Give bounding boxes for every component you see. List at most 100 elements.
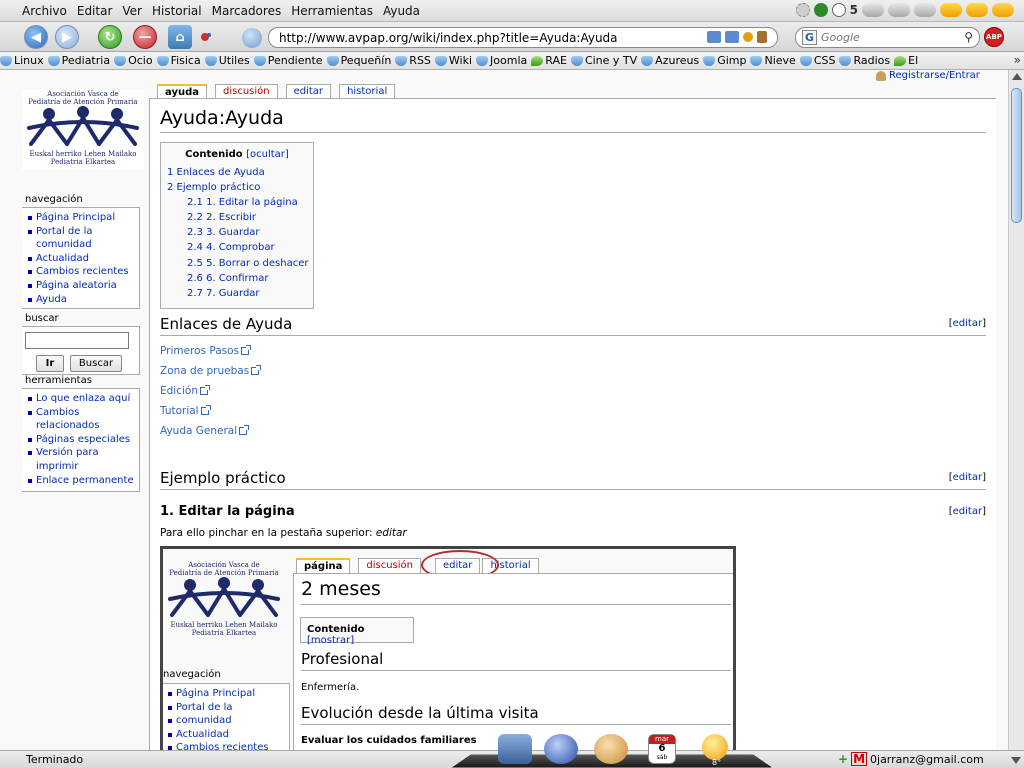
scrollbar-thumb[interactable]	[1011, 88, 1022, 223]
reload-button[interactable]: ↻	[98, 25, 122, 49]
weather-cloud-icon[interactable]	[888, 3, 910, 17]
stop-button[interactable]: —	[133, 25, 157, 49]
toc-item[interactable]: 2 Ejemplo práctico	[167, 180, 313, 195]
url-input[interactable]	[279, 30, 699, 45]
link-edicion[interactable]: Edición	[160, 385, 210, 397]
menu-editar[interactable]: Editar	[72, 4, 118, 18]
url-bar[interactable]	[268, 27, 778, 48]
menu-ayuda[interactable]: Ayuda	[378, 4, 425, 18]
bookmark-gimp[interactable]: Gimp	[703, 54, 746, 67]
sidebar-item-pagina-aleatoria[interactable]: Página aleatoria	[27, 279, 139, 293]
toc-toggle-link[interactable]: [ocultar]	[246, 149, 289, 160]
menu-historial[interactable]: Historial	[147, 4, 207, 18]
forward-button[interactable]: ▶	[55, 25, 79, 49]
tab-discusion[interactable]: discusión	[214, 84, 278, 99]
bookmark-pendiente[interactable]: Pendiente	[253, 54, 323, 67]
bookmark-utiles[interactable]: Utiles	[204, 54, 250, 67]
edit-section-link[interactable]: [editar]	[949, 318, 986, 329]
chevron-right-icon[interactable]: »	[1014, 53, 1021, 67]
sidebar-item-portal[interactable]: Portal de la comunidad	[27, 225, 139, 252]
globe-icon[interactable]	[544, 734, 578, 764]
bookmark-ocio[interactable]: Ocio	[114, 54, 153, 67]
tool-what-links-here[interactable]: Lo que enlaza aquí	[27, 392, 139, 406]
bookmark-el[interactable]: El	[894, 54, 918, 67]
toc-item[interactable]: 2.5 5. Borrar o deshacer	[167, 256, 313, 271]
search-bar[interactable]: G ⚲	[795, 27, 980, 48]
site-identity-icon[interactable]	[242, 28, 262, 48]
tool-related-changes[interactable]: Cambios relacionados	[27, 406, 139, 433]
wiki-search-input[interactable]	[25, 332, 129, 349]
toc-item[interactable]: 2.7 7. Guardar	[167, 286, 313, 301]
embedded-heading: Profesional	[301, 650, 384, 668]
bookmark-pequenin[interactable]: Pequeñín	[326, 54, 391, 67]
search-button[interactable]: Buscar	[70, 355, 122, 372]
map-pin-icon[interactable]	[743, 32, 753, 42]
bookmark-star-icon[interactable]	[199, 30, 213, 44]
sidebar-item-pagina-principal[interactable]: Página Principal	[27, 211, 139, 225]
site-logo[interactable]: Asociación Vasca de Pediatría de Atenció…	[22, 90, 144, 170]
sidebar-item-ayuda[interactable]: Ayuda	[27, 293, 139, 307]
calendar-icon[interactable]: mar 6 sáb	[648, 734, 676, 764]
link-ayuda-general[interactable]: Ayuda General	[160, 425, 250, 437]
bookmark-joomla[interactable]: Joomla	[476, 54, 527, 67]
toc-item[interactable]: 2.2 2. Escribir	[167, 210, 313, 225]
bookmark-nieve[interactable]: Nieve	[750, 54, 796, 67]
menu-herramientas[interactable]: Herramientas	[286, 4, 378, 18]
menu-ver[interactable]: Ver	[117, 4, 147, 18]
gmail-notifier[interactable]: + M 0jarranz@gmail.com	[838, 752, 984, 766]
bookmark-wiki[interactable]: Wiki	[434, 54, 472, 67]
menu-marcadores[interactable]: Marcadores	[207, 4, 287, 18]
search-engine-icon[interactable]: G	[802, 30, 818, 45]
vertical-scrollbar[interactable]	[1008, 70, 1024, 750]
tool-permanent-link[interactable]: Enlace permanente	[27, 474, 139, 488]
rss-icon[interactable]	[725, 31, 739, 43]
clock-icon[interactable]	[831, 3, 846, 17]
weather-cloud-icon[interactable]	[862, 3, 884, 17]
sidebar-item-cambios-recientes[interactable]: Cambios recientes	[27, 265, 139, 279]
toc-item[interactable]: 2.1 1. Editar la página	[167, 195, 313, 210]
adblock-icon[interactable]: ABP	[984, 27, 1004, 47]
bookmark-radios[interactable]: Radios	[839, 54, 890, 67]
toc-item[interactable]: 2.4 4. Comprobar	[167, 240, 313, 255]
status-icon[interactable]	[813, 3, 828, 17]
bookmark-rss[interactable]: RSS	[395, 54, 431, 67]
sidebar-item-actualidad[interactable]: Actualidad	[27, 252, 139, 266]
tool-printable-version[interactable]: Versión para imprimir	[27, 446, 139, 473]
toc-item[interactable]: 2.3 3. Guardar	[167, 225, 313, 240]
weather-rain-icon[interactable]	[914, 3, 936, 17]
back-button[interactable]: ◀	[24, 25, 48, 49]
home-button[interactable]: ⌂	[168, 25, 192, 49]
magnifier-icon[interactable]: ⚲	[964, 30, 973, 44]
bookmark-linux[interactable]: Linux	[0, 54, 44, 67]
bookmark-azureus[interactable]: Azureus	[641, 54, 699, 67]
weather-sun-icon[interactable]	[992, 3, 1014, 17]
bookmark-css[interactable]: CSS	[799, 54, 835, 67]
toc-item[interactable]: 2.6 6. Confirmar	[167, 271, 313, 286]
tab-editar[interactable]: editar	[285, 84, 332, 99]
link-zona-pruebas[interactable]: Zona de pruebas	[160, 365, 262, 377]
weather-sun-icon[interactable]	[966, 3, 988, 17]
weather-sun-icon[interactable]	[702, 734, 728, 760]
edit-section-link[interactable]: [editar]	[949, 472, 986, 483]
menu-archivo[interactable]: Archivo	[0, 4, 72, 18]
tool-special-pages[interactable]: Páginas especiales	[27, 433, 139, 447]
link-tutorial[interactable]: Tutorial	[160, 405, 211, 417]
go-button[interactable]: Ir	[36, 355, 64, 372]
magnifier-icon[interactable]	[594, 734, 628, 764]
link-primeros-pasos[interactable]: Primeros Pasos	[160, 345, 252, 357]
bookmark-rae[interactable]: RAE	[531, 54, 567, 67]
bookmark-cine[interactable]: Cine y TV	[570, 54, 637, 67]
search-input[interactable]	[821, 31, 942, 44]
bookmark-pediatria[interactable]: Pediatria	[47, 54, 110, 67]
scroll-down-icon[interactable]	[1008, 752, 1024, 768]
save-disk-icon[interactable]	[498, 734, 532, 764]
weather-sun-cloud-icon[interactable]	[940, 3, 962, 17]
feather-icon[interactable]	[757, 31, 767, 43]
login-link[interactable]: Registrarse/Entrar	[889, 70, 980, 81]
scroll-up-icon[interactable]	[1012, 73, 1022, 80]
bookmark-fisica[interactable]: Fisica	[156, 54, 201, 67]
tab-historial[interactable]: historial	[339, 84, 396, 99]
rss-icon[interactable]	[707, 31, 721, 43]
edit-section-link[interactable]: [editar]	[949, 506, 986, 517]
toc-item[interactable]: 1 Enlaces de Ayuda	[167, 165, 313, 180]
